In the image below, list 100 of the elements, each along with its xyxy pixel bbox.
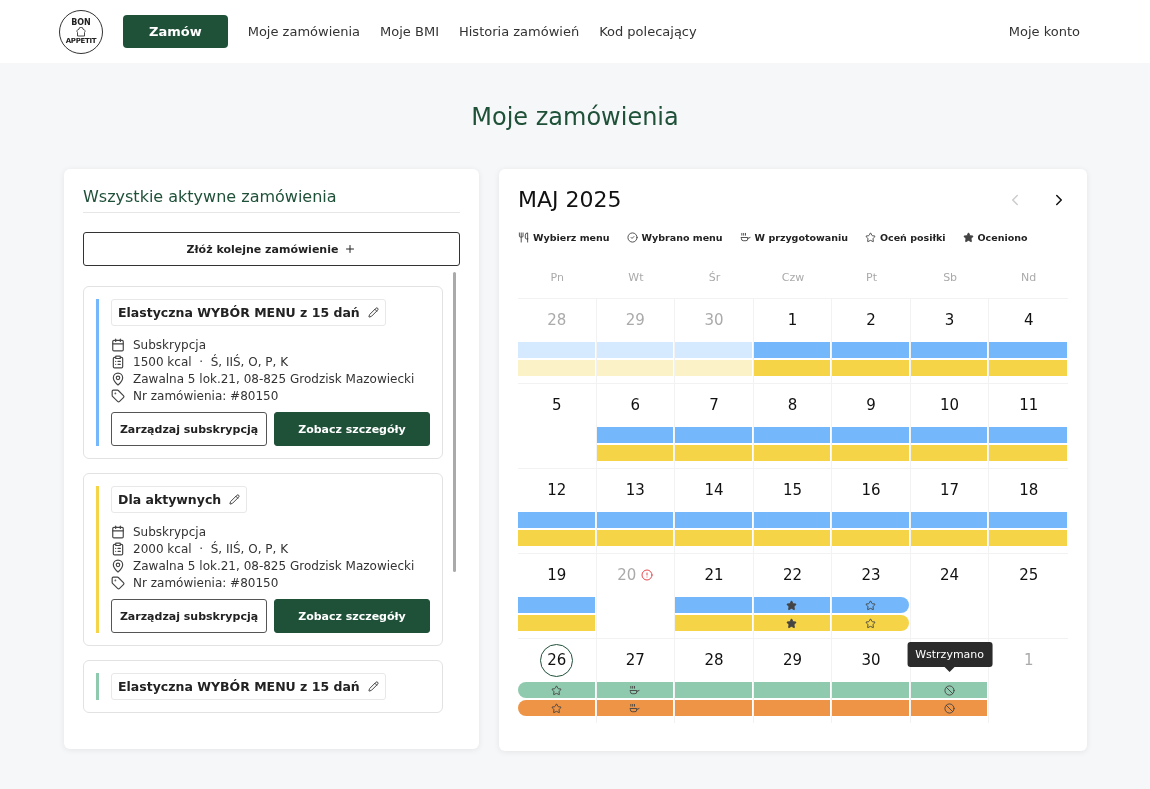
day-number[interactable]: 29: [782, 651, 803, 669]
weekday-label: Sb: [942, 271, 959, 286]
details-button[interactable]: Zobacz szczegóły: [274, 412, 430, 446]
day-number[interactable]: 17: [940, 481, 960, 499]
order-name-chip[interactable]: Elastyczna WYBÓR MENU z 15 dań: [111, 673, 386, 700]
legend-label: Oceniono: [977, 232, 1028, 243]
calendar-bar-segment[interactable]: [753, 597, 831, 613]
day-number[interactable]: 23: [861, 566, 881, 584]
order-detail: Zawalna 5 lok.21, 08-825 Grodzisk Mazowiecki: [133, 372, 415, 386]
order-name: Elastyczna WYBÓR MENU z 15 dań: [118, 305, 360, 320]
pan-icon: [739, 232, 751, 243]
day-number[interactable]: 7: [709, 396, 719, 414]
blocked-icon: [943, 702, 955, 714]
location-pin-icon: [111, 372, 125, 386]
star-icon: [550, 702, 562, 714]
day-number[interactable]: 1: [787, 311, 798, 329]
day-number[interactable]: 15: [782, 481, 803, 499]
day-number[interactable]: 5: [552, 396, 562, 414]
order-name: Dla aktywnych: [118, 492, 222, 507]
calendar-bar-segment[interactable]: [910, 682, 988, 698]
day-number[interactable]: 10: [940, 396, 960, 414]
day-number[interactable]: 21: [704, 566, 724, 584]
day-number[interactable]: 13: [625, 481, 645, 499]
nav-link[interactable]: Moje zamówienia: [247, 24, 361, 39]
day-number[interactable]: 30: [861, 651, 881, 669]
order-name: Elastyczna WYBÓR MENU z 15 dań: [118, 679, 360, 694]
edit-icon: [367, 681, 379, 692]
manage-button[interactable]: Zarządzaj subskrypcją: [111, 412, 267, 446]
page-title: Moje zamówienia: [470, 103, 680, 131]
day-number[interactable]: 11: [1019, 396, 1039, 414]
day-number[interactable]: 27: [625, 651, 645, 669]
order-detail: Subskrypcja: [133, 338, 206, 352]
weekday-label: Śr: [707, 271, 722, 286]
weekday-label: Wt: [627, 271, 645, 286]
scrollbar[interactable]: [453, 272, 456, 572]
order-name-chip[interactable]: Dla aktywnych: [111, 486, 248, 513]
calendar-bar-segment[interactable]: [910, 700, 988, 716]
weekday-label: Pt: [865, 271, 879, 286]
tooltip: Wstrzymano: [907, 642, 993, 667]
star-icon: [865, 599, 877, 611]
month-title: MAJ 2025: [518, 187, 623, 212]
calendar-bar-segment[interactable]: [753, 615, 831, 631]
edit-icon: [367, 307, 379, 318]
calendar-icon: [111, 338, 125, 352]
account-link[interactable]: Moje konto: [1008, 24, 1080, 39]
nav-link[interactable]: Kod polecający: [599, 24, 697, 39]
panel-title: Wszystkie aktywne zamówienia: [83, 187, 460, 213]
details-button[interactable]: Zobacz szczegóły: [274, 599, 430, 633]
day-number[interactable]: 28: [704, 651, 724, 669]
location-pin-icon: [111, 559, 125, 573]
star-icon: [865, 617, 877, 629]
calendar-bar-segment[interactable]: [596, 700, 674, 716]
day-number[interactable]: 24: [940, 566, 960, 584]
order-button[interactable]: Zamów: [123, 15, 228, 48]
day-number[interactable]: 9: [866, 396, 876, 414]
order-detail: 2000 kcal · Ś, IIŚ, O, P, K: [133, 542, 289, 556]
check-circle-icon: [626, 232, 638, 243]
clipboard-icon: [111, 542, 125, 556]
pan-icon: [629, 702, 641, 714]
day-number[interactable]: 14: [704, 481, 724, 499]
edit-icon: [229, 494, 241, 505]
utensils-icon: [518, 232, 529, 243]
filled-star-icon: [962, 232, 974, 243]
weekday-label: Pn: [549, 271, 565, 286]
weekday-label: Nd: [1020, 271, 1038, 286]
nav-link[interactable]: Moje BMI: [380, 24, 439, 39]
order-detail: Subskrypcja: [133, 525, 206, 539]
day-number[interactable]: 2: [866, 311, 876, 329]
day-number[interactable]: 25: [1019, 566, 1039, 584]
clipboard-icon: [111, 355, 125, 369]
order-detail: Zawalna 5 lok.21, 08-825 Grodzisk Mazowiecki: [133, 559, 415, 573]
filled-star-icon: [786, 599, 798, 611]
day-number[interactable]: 19: [547, 566, 567, 584]
day-number[interactable]: 22: [782, 566, 803, 584]
day-number[interactable]: 4: [1023, 311, 1034, 329]
tag-icon: [111, 576, 125, 590]
day-number[interactable]: 16: [861, 481, 881, 499]
order-name-chip[interactable]: Elastyczna WYBÓR MENU z 15 dań: [111, 299, 386, 326]
day-number[interactable]: 6: [630, 396, 641, 414]
order-detail: 1500 kcal · Ś, IIŚ, O, P, K: [133, 355, 289, 369]
order-detail: Nr zamówienia: #80150: [133, 389, 279, 403]
logo-text: BON: [71, 17, 91, 27]
day-number[interactable]: 12: [547, 481, 567, 499]
star-icon: [550, 684, 562, 696]
tooltip-arrow: [944, 667, 955, 672]
day-number[interactable]: 3: [944, 311, 955, 329]
filled-star-icon: [786, 617, 798, 629]
legend-label: W przygotowaniu: [754, 232, 848, 243]
calendar-icon: [111, 525, 125, 539]
nav-link[interactable]: Historia zamówień: [458, 24, 580, 39]
manage-button[interactable]: Zarządzaj subskrypcją: [111, 599, 267, 633]
day-number[interactable]: 18: [1019, 481, 1039, 499]
blocked-icon: [943, 684, 955, 696]
legend-label: Oceń posiłki: [879, 232, 946, 243]
pan-icon: [629, 684, 641, 696]
legend-label: Wybierz menu: [533, 232, 610, 243]
order-detail: Nr zamówienia: #80150: [133, 576, 279, 590]
weekday-label: Czw: [780, 271, 806, 286]
day-number[interactable]: 8: [787, 396, 798, 414]
new-order-button[interactable]: Złóż kolejne zamówienie: [83, 232, 460, 266]
